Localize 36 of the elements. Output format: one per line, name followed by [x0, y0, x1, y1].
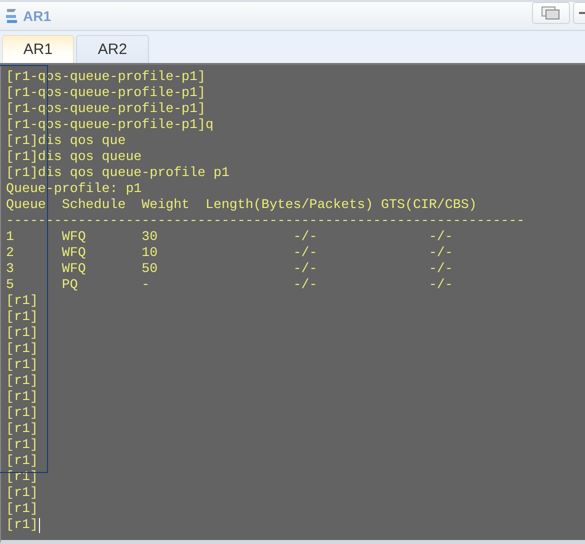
- console-line: [r1]: [6, 325, 38, 341]
- terminal-console[interactable]: [0, 65, 585, 544]
- console-line: 1 WFQ 30 -/- -/-: [6, 229, 453, 245]
- console-line: [r1]dis qos queue-profile p1: [6, 165, 230, 181]
- console-line: [r1-qos-queue-profile-p1]q: [6, 117, 214, 133]
- windows-icon: [541, 6, 561, 20]
- console-line: [r1]: [6, 501, 38, 517]
- console-line: [r1-qos-queue-profile-p1]: [6, 85, 206, 101]
- console-line: Queue Schedule Weight Length(Bytes/Packets) GTS(CIR/CBS): [6, 197, 477, 213]
- console-line: [r1]: [6, 309, 38, 325]
- console-line: [r1]: [6, 373, 38, 389]
- console-line: [r1]dis qos queue: [6, 149, 142, 165]
- console-line: [r1]: [6, 389, 38, 405]
- console-line: [r1]: [6, 485, 38, 501]
- console-line: [r1]: [6, 293, 38, 309]
- console-line: [r1]: [6, 357, 38, 373]
- console-line: [r1-qos-queue-profile-p1]: [6, 101, 206, 117]
- minimize-icon: [579, 12, 585, 14]
- console-line: Queue-profile: p1: [6, 181, 142, 197]
- console-line: 3 WFQ 50 -/- -/-: [6, 261, 453, 277]
- tab[interactable]: AR1: [2, 35, 74, 63]
- console-line: [r1]: [6, 341, 38, 357]
- tab[interactable]: AR2: [76, 35, 149, 63]
- console-line: -----------------------------------------------------------------: [6, 213, 525, 229]
- console-line: [r1]dis qos que: [6, 133, 126, 149]
- router-icon: [4, 7, 20, 25]
- console-line: [r1-qos-queue-profile-p1]: [6, 69, 206, 85]
- console-line: [r1]: [6, 405, 38, 421]
- console-line: [r1]: [6, 517, 38, 533]
- restore-button[interactable]: [532, 2, 570, 24]
- console-line: [r1]: [6, 453, 38, 469]
- console-line: 5 PQ - -/- -/-: [6, 277, 453, 293]
- window-title: AR1: [23, 8, 52, 24]
- console-line: [r1]: [6, 437, 38, 453]
- console-line: [r1]: [6, 421, 38, 437]
- console-line: 2 WFQ 10 -/- -/-: [6, 245, 453, 261]
